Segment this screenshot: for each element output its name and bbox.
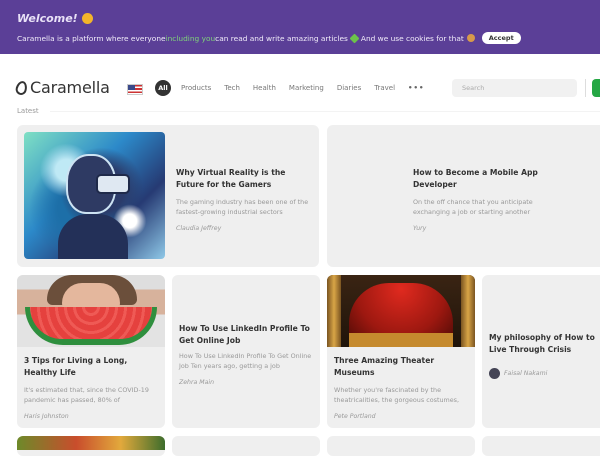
article-card[interactable]	[17, 436, 165, 456]
watermelon-flesh	[30, 307, 152, 339]
article-author[interactable]: Yury	[413, 225, 563, 232]
article-image-theater	[327, 275, 475, 347]
article-author[interactable]: Claudia Jeffrey	[176, 225, 311, 232]
banner-message-highlight: including you	[165, 33, 216, 43]
article-excerpt: How To Use LinkedIn Profile To Get Onlin…	[179, 352, 312, 370]
article-card-body: How to Become a Mobile App Developer On …	[413, 167, 563, 232]
cookie-icon	[466, 34, 475, 42]
vr-figure-body	[58, 214, 128, 259]
article-author-row: Faisal Nakami	[489, 368, 600, 379]
banner-message-part3: And we use cookies for that	[360, 33, 464, 43]
nav-item-travel[interactable]: Travel	[374, 84, 395, 92]
nav-item-diaries[interactable]: Diaries	[337, 84, 361, 92]
green-heart-icon	[349, 33, 360, 43]
welcome-heading: Welcome!	[17, 12, 93, 25]
article-card-body: My philosophy of How to Live Through Cri…	[489, 332, 600, 379]
article-title[interactable]: Three Amazing Theater Museums	[334, 355, 468, 379]
article-card[interactable]: How To Use LinkedIn Profile To Get Onlin…	[172, 275, 320, 428]
article-excerpt: Whether you're fascinated by the theatri…	[334, 386, 460, 404]
article-author[interactable]: Pete Portland	[334, 413, 468, 420]
accept-cookies-button[interactable]: Accept	[481, 32, 521, 44]
category-nav: All Products Tech Health Marketing Diari…	[155, 80, 424, 96]
theater-stage	[349, 333, 453, 347]
signup-button[interactable]	[592, 79, 600, 97]
banner-message: Caramella is a platform where everyone i…	[17, 32, 521, 44]
article-card[interactable]	[172, 436, 320, 456]
hugging-face-icon	[81, 13, 93, 24]
article-card[interactable]: 3 Tips for Living a Long, Healthy Life I…	[17, 275, 165, 428]
theater-column	[461, 275, 475, 347]
article-card[interactable]: Why Virtual Reality is the Future for th…	[17, 125, 319, 267]
article-card-body: Why Virtual Reality is the Future for th…	[176, 167, 311, 232]
article-card[interactable]	[327, 436, 475, 456]
article-author[interactable]: Faisal Nakami	[504, 370, 547, 377]
search-input[interactable]: Search	[452, 79, 577, 97]
cookie-banner: Welcome! Caramella is a platform where e…	[0, 0, 600, 54]
nav-item-products[interactable]: Products	[181, 84, 211, 92]
article-excerpt: On the off chance that you anticipate ex…	[413, 198, 533, 216]
more-categories-icon[interactable]: •••	[408, 84, 424, 92]
article-card[interactable]: How to Become a Mobile App Developer On …	[327, 125, 600, 267]
article-title[interactable]: My philosophy of How to Live Through Cri…	[489, 332, 600, 356]
article-card-body: 3 Tips for Living a Long, Healthy Life I…	[24, 355, 158, 420]
article-title[interactable]: How to Become a Mobile App Developer	[413, 167, 563, 191]
vr-headset	[96, 174, 130, 194]
header-divider	[585, 79, 586, 97]
us-flag-icon[interactable]	[127, 84, 143, 95]
article-card-body: Three Amazing Theater Museums Whether yo…	[334, 355, 468, 420]
article-card[interactable]: Three Amazing Theater Museums Whether yo…	[327, 275, 475, 428]
article-title[interactable]: How To Use LinkedIn Profile To Get Onlin…	[179, 323, 313, 347]
banner-message-part1: Caramella is a platform where everyone	[17, 33, 166, 43]
article-author[interactable]: Zehra Main	[179, 379, 313, 386]
nav-item-tech[interactable]: Tech	[224, 84, 240, 92]
article-image-vr	[24, 132, 165, 259]
theater-column	[327, 275, 341, 347]
site-logo[interactable]: Caramella	[14, 78, 110, 97]
section-label-latest: Latest	[17, 107, 39, 115]
avatar[interactable]	[489, 368, 500, 379]
nav-item-all[interactable]: All	[155, 80, 171, 96]
nav-item-marketing[interactable]: Marketing	[289, 84, 324, 92]
article-card-body: How To Use LinkedIn Profile To Get Onlin…	[179, 323, 313, 386]
welcome-text: Welcome!	[17, 12, 78, 25]
article-excerpt: It's estimated that, since the COVID-19 …	[24, 386, 149, 404]
caramella-drop-icon	[14, 79, 29, 96]
article-card[interactable]	[482, 436, 600, 456]
section-divider	[50, 111, 600, 112]
article-title[interactable]: 3 Tips for Living a Long, Healthy Life	[24, 355, 158, 379]
article-title[interactable]: Why Virtual Reality is the Future for th…	[176, 167, 311, 191]
logo-text: Caramella	[30, 78, 110, 97]
article-image-food	[17, 436, 165, 450]
article-card[interactable]: My philosophy of How to Live Through Cri…	[482, 275, 600, 428]
banner-message-part2: can read and write amazing articles	[215, 33, 348, 43]
article-image-watermelon	[17, 275, 165, 347]
nav-item-health[interactable]: Health	[253, 84, 276, 92]
article-excerpt: The gaming industry has been one of the …	[176, 198, 309, 216]
article-author[interactable]: Haris Johnston	[24, 413, 158, 420]
